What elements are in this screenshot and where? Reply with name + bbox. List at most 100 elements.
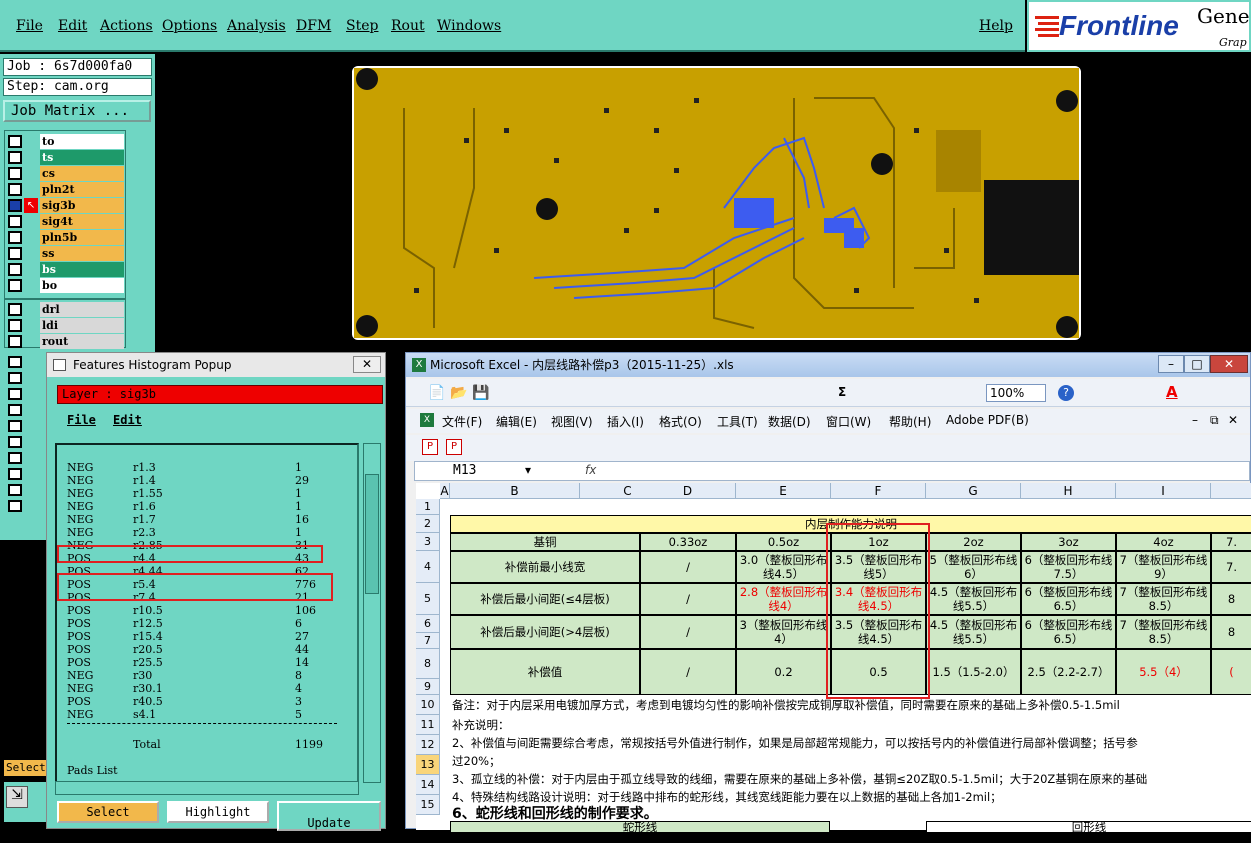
r6-cell[interactable]: 补偿后最小间距(>4层板) xyxy=(450,615,640,649)
r6-cell[interactable]: 4.5（整板回形布线5.5） xyxy=(926,615,1021,649)
header-cell[interactable]: 基铜 xyxy=(450,533,640,551)
note-line[interactable]: 6、蛇形线和回形线的制作要求。 xyxy=(452,803,658,823)
r6-cell[interactable]: 6（整板回形布线6.5） xyxy=(1021,615,1116,649)
row-header-3[interactable]: 3 xyxy=(416,533,440,551)
layer-checkbox[interactable] xyxy=(8,231,22,244)
r6-cell[interactable]: / xyxy=(640,615,736,649)
column-header-D[interactable]: D xyxy=(640,483,736,499)
row-header-8[interactable]: 8 xyxy=(416,649,440,679)
layer-row-sig4t[interactable]: sig4t xyxy=(8,214,126,229)
row-header-12[interactable]: 12 xyxy=(416,735,440,755)
histogram-titlebar[interactable]: Features Histogram Popup ✕ xyxy=(47,353,385,377)
column-header-H[interactable]: H xyxy=(1021,483,1116,499)
update-button[interactable]: Update xyxy=(277,801,381,831)
header-cell[interactable]: 0.5oz xyxy=(736,533,831,551)
layer-row-ss[interactable]: ss xyxy=(8,246,126,261)
excel-menu-item[interactable]: 插入(I) xyxy=(607,413,644,430)
r4-cell[interactable]: 补偿前最小线宽 xyxy=(450,551,640,583)
r7-cell[interactable]: / xyxy=(640,649,736,695)
layer-row-cs[interactable]: cs xyxy=(8,166,126,181)
r7-cell[interactable]: ( xyxy=(1211,649,1251,695)
r5-cell[interactable]: / xyxy=(640,583,736,615)
r7-cell[interactable]: 0.2 xyxy=(736,649,831,695)
column-header-B[interactable]: B xyxy=(450,483,580,499)
excel-menu-item[interactable]: 编辑(E) xyxy=(496,413,537,430)
layer-checkbox[interactable] xyxy=(8,215,22,228)
zoom-select[interactable]: 100% xyxy=(986,384,1046,402)
row-header-14[interactable]: 14 xyxy=(416,775,440,795)
row-header-6[interactable]: 6 xyxy=(416,615,440,633)
layer-checkbox[interactable] xyxy=(8,151,22,164)
doc-restore-icon[interactable]: ⧉ xyxy=(1210,413,1219,428)
serpentine-header[interactable]: 蛇形线 xyxy=(450,821,830,833)
histogram-row[interactable]: POS r15.4 27 xyxy=(67,630,347,643)
r4-cell[interactable]: 5（整板回形布线6） xyxy=(926,551,1021,583)
menu-file[interactable]: File xyxy=(16,18,43,34)
excel-close-icon[interactable]: ✕ xyxy=(1210,355,1248,373)
layer-checkbox[interactable] xyxy=(8,199,22,212)
menu-help[interactable]: Help xyxy=(979,18,1013,34)
r5-cell[interactable]: 8 xyxy=(1211,583,1251,615)
layer-row-to[interactable]: to xyxy=(8,134,126,149)
pdf-icon[interactable]: P xyxy=(422,439,438,455)
select-button[interactable]: Select xyxy=(57,801,159,823)
row-header-9[interactable]: 9 xyxy=(416,679,440,695)
layer-row-bs[interactable]: bs xyxy=(8,262,126,277)
excel-menu-item[interactable]: 文件(F) xyxy=(442,413,482,430)
r7-cell[interactable]: 补偿值 xyxy=(450,649,640,695)
histogram-row[interactable]: NEG r30 8 xyxy=(67,669,347,682)
save-icon[interactable]: 💾 xyxy=(472,385,489,401)
menu-options[interactable]: Options xyxy=(162,18,217,34)
histogram-row[interactable]: NEG r1.6 1 xyxy=(67,500,347,513)
r6-cell[interactable]: 3（整板回形布线4） xyxy=(736,615,831,649)
histogram-menu-edit[interactable]: Edit xyxy=(113,409,142,431)
header-cell[interactable]: 2oz xyxy=(926,533,1021,551)
histogram-row[interactable]: NEG s4.1 5 xyxy=(67,708,347,721)
layer-row-rout[interactable]: rout xyxy=(8,334,126,349)
histogram-row[interactable]: NEG r2.3 1 xyxy=(67,526,347,539)
layer-row-ts[interactable]: ts xyxy=(8,150,126,165)
layer-row-drl[interactable]: drl xyxy=(8,302,126,317)
row-header-10[interactable]: 10 xyxy=(416,695,440,715)
r5-cell[interactable]: 6（整板回形布线6.5） xyxy=(1021,583,1116,615)
r5-cell[interactable]: 2.8（整板回形布线4） xyxy=(736,583,831,615)
layer-row-pln2t[interactable]: pln2t xyxy=(8,182,126,197)
column-header-more[interactable] xyxy=(1211,483,1251,499)
row-header-2[interactable]: 2 xyxy=(416,515,440,533)
menu-rout[interactable]: Rout xyxy=(391,18,425,34)
layer-checkbox[interactable] xyxy=(8,279,22,292)
scroll-thumb[interactable] xyxy=(365,474,379,594)
header-cell[interactable]: 3oz xyxy=(1021,533,1116,551)
layer-row-ldi[interactable]: ldi xyxy=(8,318,126,333)
fx-icon[interactable]: fx xyxy=(585,463,596,477)
histogram-row[interactable]: POS r10.5 106 xyxy=(67,604,347,617)
note-line[interactable]: 2、补偿值与间距需要综合考虑，常规按括号外值进行制作，如果是局部超常规能力，可以… xyxy=(452,735,1138,751)
excel-menu-item[interactable]: 工具(T) xyxy=(717,413,758,430)
r5-cell[interactable]: 4.5（整板回形布线5.5） xyxy=(926,583,1021,615)
excel-menu-item[interactable]: 视图(V) xyxy=(551,413,593,430)
header-cell[interactable]: 0.33oz xyxy=(640,533,736,551)
header-cell[interactable]: 4oz xyxy=(1116,533,1211,551)
r5-cell[interactable]: 补偿后最小间距(≤4层板) xyxy=(450,583,640,615)
doc-minimize-icon[interactable]: – xyxy=(1192,413,1198,427)
menu-actions[interactable]: Actions xyxy=(100,18,153,34)
layer-checkbox[interactable] xyxy=(8,335,22,348)
pdf-mail-icon[interactable]: P xyxy=(446,439,462,455)
menu-dfm[interactable]: DFM xyxy=(296,18,331,34)
layer-checkbox[interactable] xyxy=(8,303,22,316)
row-header-5[interactable]: 5 xyxy=(416,583,440,615)
column-header-I[interactable]: I xyxy=(1116,483,1211,499)
layer-checkbox[interactable] xyxy=(8,183,22,196)
excel-titlebar[interactable]: X Microsoft Excel - 内层线路补偿p3（2015-11-25）… xyxy=(406,353,1250,377)
menu-windows[interactable]: Windows xyxy=(437,18,501,34)
r4-cell[interactable]: 6（整板回形布线7.5） xyxy=(1021,551,1116,583)
r7-cell[interactable]: 1.5（1.5-2.0） xyxy=(926,649,1021,695)
note-line[interactable]: 补充说明： xyxy=(452,717,510,733)
layer-row-pln5b[interactable]: pln5b xyxy=(8,230,126,245)
layer-checkbox[interactable] xyxy=(8,135,22,148)
menu-edit[interactable]: Edit xyxy=(58,18,87,34)
help-icon[interactable]: ? xyxy=(1058,385,1074,401)
maximize-icon[interactable]: □ xyxy=(1184,355,1210,373)
loop-header[interactable]: 回形线 xyxy=(926,821,1251,833)
resize-icon[interactable]: ⇲ xyxy=(6,786,28,808)
